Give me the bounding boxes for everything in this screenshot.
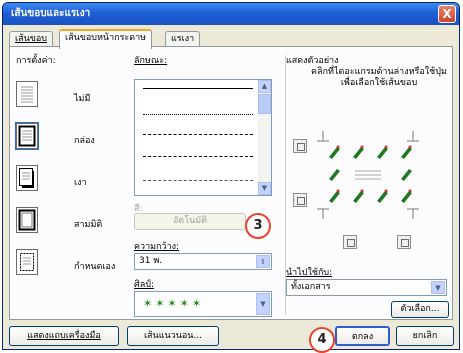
preview-diagram[interactable] xyxy=(315,127,421,223)
style-scrollbar[interactable]: ▲ ▼ xyxy=(258,80,271,195)
apply-to-combo[interactable]: ทั้งเอกสาร ▼ xyxy=(286,279,447,296)
setting-shadow-label: เงา xyxy=(74,178,87,188)
step-3-callout: 3 xyxy=(245,213,271,239)
setting-3d-button[interactable] xyxy=(16,207,38,233)
ok-button[interactable]: ตกลง xyxy=(335,326,390,346)
cancel-button[interactable]: ยกเลิก xyxy=(396,326,454,346)
style-dash-dot-line[interactable] xyxy=(143,180,253,181)
tab-shading[interactable]: แรเงา xyxy=(165,31,201,47)
left-border-button[interactable] xyxy=(343,235,357,249)
width-label: ความกว้าง: xyxy=(134,242,180,252)
scroll-up-icon[interactable]: ▲ xyxy=(258,80,271,93)
tab-borders[interactable]: เส้นขอบ xyxy=(9,31,53,47)
top-border-button[interactable] xyxy=(293,139,307,153)
setting-custom-label: กำหนดเอง xyxy=(74,262,116,272)
art-combo[interactable]: ✶✶✶✶✶ ▼ xyxy=(134,291,272,317)
right-border-button[interactable] xyxy=(397,235,411,249)
borders-and-shading-dialog: เส้นขอบและแรเงา X เส้นขอบ เส้นขอบหน้ากระ… xyxy=(2,2,460,350)
scroll-down-icon[interactable]: ▼ xyxy=(258,182,271,195)
step-4-callout: 4 xyxy=(309,327,335,353)
title-bar: เส้นขอบและแรเงา xyxy=(3,3,459,25)
options-button[interactable]: ตัวเลือก... xyxy=(391,301,449,318)
setting-custom-icon xyxy=(20,253,34,271)
preview-label: แสดงตัวอย่าง xyxy=(286,56,339,66)
setting-none-button[interactable] xyxy=(16,81,38,107)
page-preview-icon xyxy=(317,131,419,219)
art-label: ศิลป์: xyxy=(134,280,154,290)
page-border-panel: การตั้งค่า: ไม่มี กล่อง เงา สามมิติ กำหน… xyxy=(9,46,453,320)
setting-box-label: กล่อง xyxy=(74,136,95,146)
style-long-dash-line[interactable] xyxy=(143,156,253,157)
style-solid-line[interactable] xyxy=(143,88,253,89)
horizontal-line-button[interactable]: เส้นแนวนอน... xyxy=(127,326,219,346)
setting-shadow-button[interactable] xyxy=(16,165,38,191)
style-dash-line[interactable] xyxy=(143,134,253,135)
art-dropdown-icon[interactable]: ▼ xyxy=(256,293,270,315)
apply-to-label: นำไปใช้กับ: xyxy=(286,268,333,278)
bottom-border-button[interactable] xyxy=(293,193,307,207)
color-button[interactable]: อัตโนมัติ xyxy=(134,213,246,230)
style-dotted-line[interactable] xyxy=(143,114,253,115)
setting-3d-label: สามมิติ xyxy=(74,220,103,230)
close-icon: X xyxy=(442,7,452,21)
setting-custom-button[interactable] xyxy=(16,249,38,275)
show-toolbar-button[interactable]: แสดงแถบเครื่องมือ xyxy=(9,326,119,346)
close-button[interactable]: X xyxy=(438,5,456,23)
preview-instruction: คลิกที่ไดอะแกรมด้านล่างหรือใช้ปุ่มเพื่อเ… xyxy=(311,67,447,88)
width-spinner[interactable]: ⇕ xyxy=(256,255,270,268)
style-label: ลักษณะ: xyxy=(134,56,168,66)
setting-box-button[interactable] xyxy=(15,122,39,150)
setting-shadow-icon xyxy=(19,168,34,188)
tree-art-icon: ✶✶✶✶✶ xyxy=(143,297,205,310)
setting-label: การตั้งค่า: xyxy=(16,56,56,66)
setting-none-icon xyxy=(21,86,33,103)
setting-3d-icon xyxy=(18,209,36,231)
setting-box-icon xyxy=(18,125,36,147)
scroll-thumb[interactable] xyxy=(258,94,271,114)
setting-none-label: ไม่มี xyxy=(74,94,91,104)
style-listbox[interactable]: ▲ ▼ xyxy=(134,79,272,196)
apply-to-dropdown-icon[interactable]: ▼ xyxy=(431,281,445,294)
width-combo[interactable]: 31 พ. ⇕ xyxy=(134,253,272,270)
tab-page-border[interactable]: เส้นขอบหน้ากระดาษ xyxy=(59,29,153,49)
window-title: เส้นขอบและแรเงา xyxy=(11,8,91,19)
